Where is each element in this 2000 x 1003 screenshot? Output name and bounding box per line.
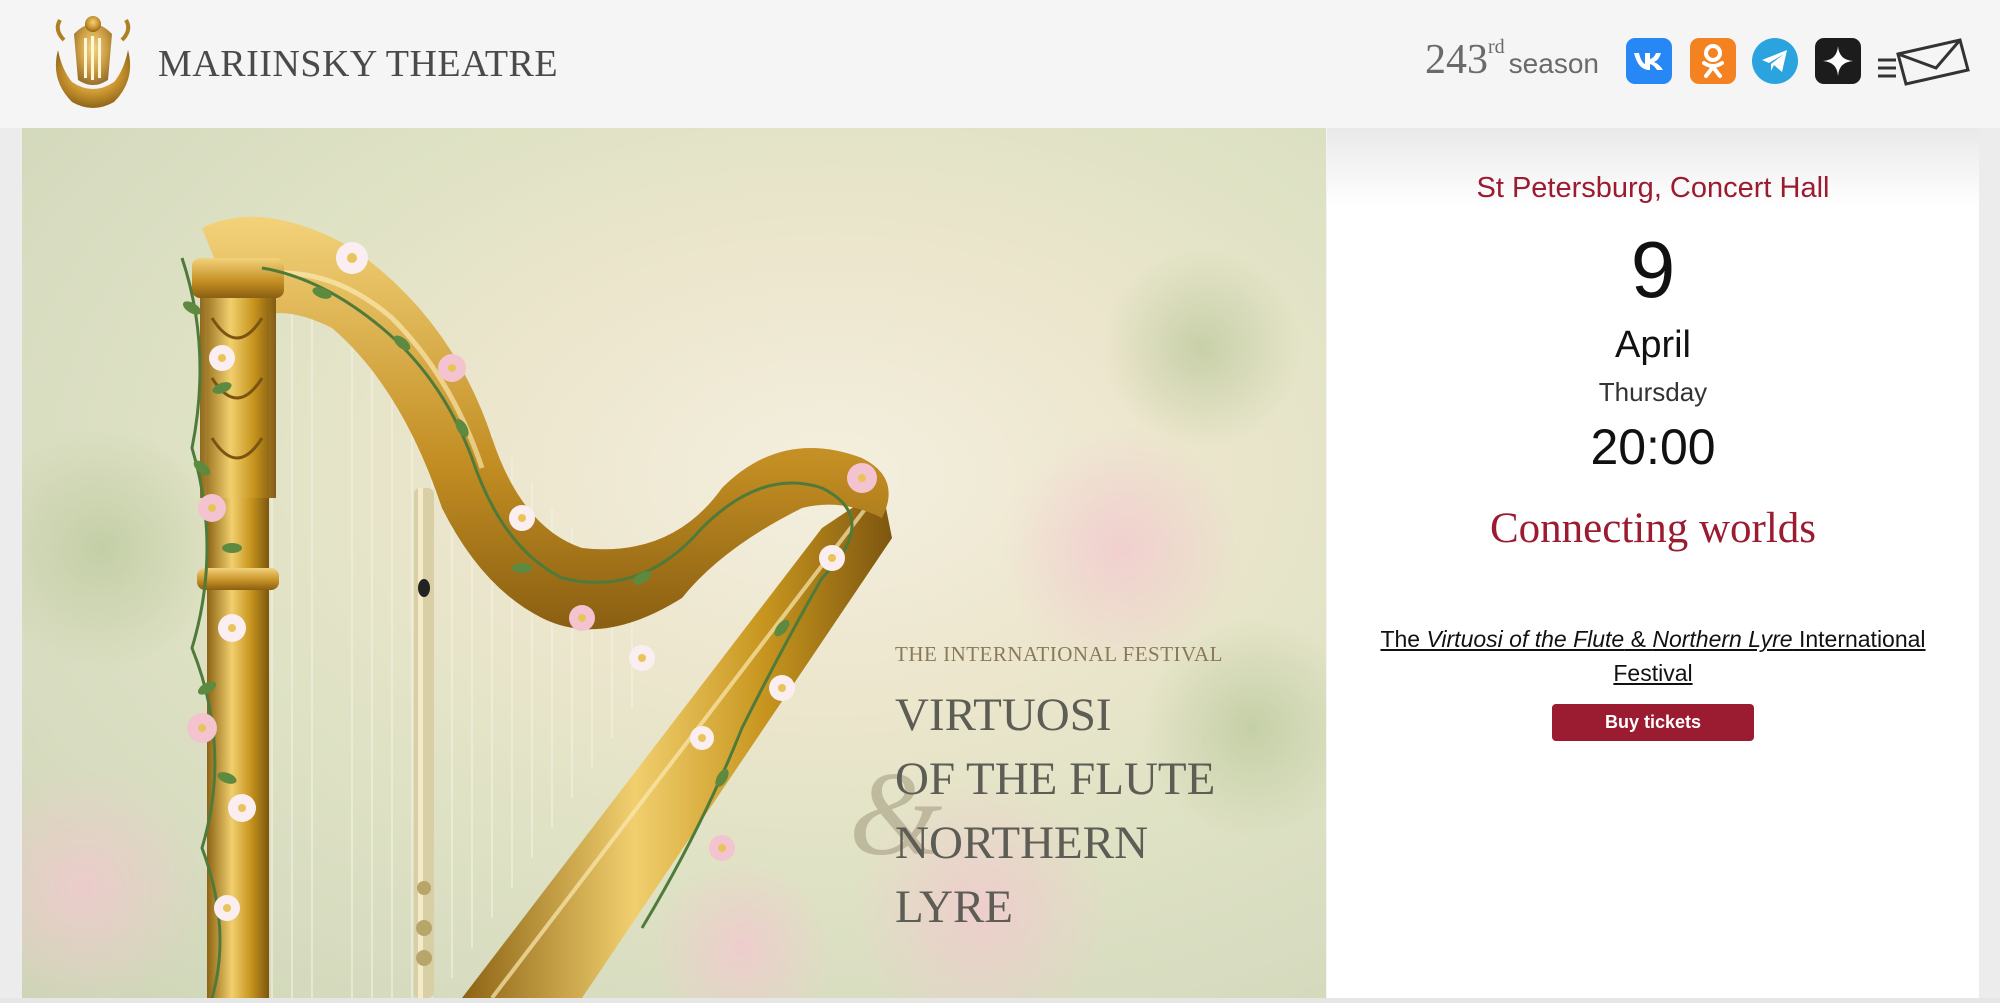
right-gutter xyxy=(1979,128,2000,1003)
festival-line-3: NORTHERN xyxy=(895,817,1149,869)
desc-lyre: Northern Lyre xyxy=(1652,626,1793,652)
season-word: season xyxy=(1508,48,1599,79)
season-number: 243 xyxy=(1425,37,1488,83)
festival-line-2: OF THE FLUTE xyxy=(895,753,1216,805)
mariinsky-lyre-logo[interactable] xyxy=(44,10,142,114)
menu-envelope-icon[interactable] xyxy=(1874,34,1974,90)
desc-the: The xyxy=(1380,626,1427,652)
event-description-link[interactable]: The Virtuosi of the Flute & Northern Lyr… xyxy=(1367,622,1939,690)
buy-tickets-button[interactable]: Buy tickets xyxy=(1552,704,1754,741)
left-gutter xyxy=(0,128,22,1003)
event-time: 20:00 xyxy=(1590,419,1716,475)
event-info-panel: St Petersburg, Concert Hall 9 April Thur… xyxy=(1327,128,1979,998)
event-month: April xyxy=(1614,324,1692,366)
festival-line-1: VIRTUOSI xyxy=(895,689,1112,741)
event-venue[interactable]: St Petersburg, Concert Hall xyxy=(1327,172,1979,205)
season-suffix: rd xyxy=(1488,36,1505,58)
site-header: MARIINSKY THEATRE 243rdseason xyxy=(0,0,2000,128)
vk-icon[interactable] xyxy=(1626,38,1672,84)
festival-title-block: THE INTERNATIONAL FESTIVAL & VIRTUOSI OF… xyxy=(849,642,1315,939)
event-weekday: Thursday xyxy=(1598,377,1708,407)
event-day: 9 xyxy=(1630,225,1676,314)
event-title[interactable]: Connecting worlds xyxy=(1327,504,1979,553)
festival-line-4: LYRE xyxy=(895,881,1014,933)
telegram-icon[interactable] xyxy=(1752,38,1798,84)
dzen-icon[interactable] xyxy=(1815,38,1861,84)
brand-name[interactable]: MARIINSKY THEATRE xyxy=(158,42,558,86)
hero-banner-image[interactable]: THE INTERNATIONAL FESTIVAL & VIRTUOSI OF… xyxy=(22,128,1326,998)
bottom-strip xyxy=(0,998,2000,1003)
festival-eyebrow: THE INTERNATIONAL FESTIVAL xyxy=(895,642,1223,666)
odnoklassniki-icon[interactable] xyxy=(1690,38,1736,84)
season-label: 243rdseason xyxy=(1425,36,1599,86)
desc-virtuosi: Virtuosi of the Flute xyxy=(1426,626,1625,652)
desc-amp: & xyxy=(1624,626,1653,652)
